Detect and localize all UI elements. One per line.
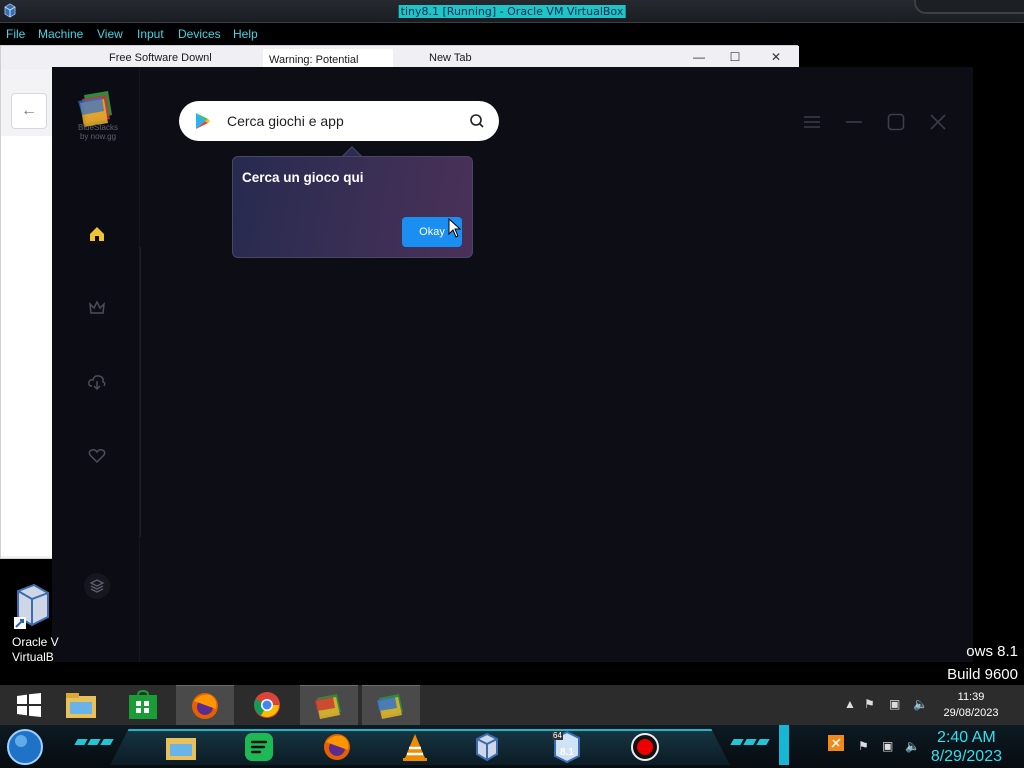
network-icon[interactable]: ▣ [889, 697, 900, 711]
dock-decoration [100, 739, 114, 745]
host-start-orb-icon[interactable] [6, 729, 44, 765]
firefox-taskbar-icon[interactable] [176, 685, 234, 725]
dock-decoration [756, 739, 770, 745]
search-bar[interactable]: Cerca giochi e app [179, 101, 499, 141]
bluestacks-taskbar-icon[interactable] [300, 685, 358, 725]
host-titlebar: tiny8.1 [Running] - Oracle VM VirtualBox [0, 0, 1024, 23]
desktop-icon-label-line2: VirtualB [12, 650, 54, 664]
menu-machine[interactable]: Machine [38, 27, 83, 41]
bluestacks-taskbar-icon[interactable] [362, 685, 420, 725]
cloud-download-icon[interactable] [86, 371, 108, 393]
firefox-icon[interactable] [318, 729, 356, 765]
host-dock: 64 8.1 ⚑ ▣ 🔈 2:40 AM 8/29/2023 [0, 725, 1024, 768]
file-explorer-icon[interactable] [52, 685, 110, 725]
windows-watermark-line1: ows 8.1 [966, 643, 1018, 660]
close-icon[interactable] [927, 111, 949, 133]
chrome-icon[interactable] [238, 685, 296, 725]
dock-badge-small: 64 [552, 731, 563, 740]
heart-icon[interactable] [86, 445, 108, 467]
screen: tiny8.1 [Running] - Oracle VM VirtualBox… [0, 0, 1024, 768]
show-hidden-icons[interactable]: ▲ [844, 697, 856, 711]
menu-file[interactable]: File [6, 27, 25, 41]
file-explorer-icon[interactable] [162, 729, 200, 765]
guest-taskbar: ▲ ⚑ ▣ 🔈 11:39 29/08/2023 [0, 685, 1024, 725]
firefox-window-controls: — ☐ ✕ [681, 46, 799, 68]
firefox-page [1, 136, 53, 556]
logo-line1: BlueStacks [77, 123, 119, 132]
dock-decoration [74, 739, 88, 745]
desktop-icon-virtualbox[interactable]: Oracle V VirtualB [8, 583, 60, 664]
app-tray-icon[interactable] [828, 735, 844, 754]
guest-clock[interactable]: 11:39 29/08/2023 [936, 689, 1006, 721]
volume-icon[interactable]: 🔈 [905, 739, 920, 753]
virtualbox-icon [14, 583, 49, 629]
flag-icon[interactable]: ⚑ [858, 739, 869, 753]
windows-watermark-line2: Build 9600 [947, 666, 1018, 683]
network-icon[interactable]: ▣ [882, 739, 893, 753]
bluestacks-sidebar: BlueStacks by now.gg [52, 67, 140, 662]
guest-date: 29/08/2023 [943, 707, 999, 719]
menu-icon[interactable] [801, 111, 823, 133]
tooltip-text: Cerca un gioco qui [242, 170, 364, 185]
volume-icon[interactable]: 🔈 [913, 697, 928, 711]
firefox-tabstrip: Free Software Downl Warning: Potential N… [1, 46, 799, 71]
host-title-decoration [914, 0, 1024, 14]
host-clock[interactable]: 2:40 AM 8/29/2023 [931, 728, 1002, 766]
virtualbox-dock-icon[interactable] [468, 729, 506, 765]
host-time: 2:40 AM [937, 729, 996, 746]
menu-devices[interactable]: Devices [178, 27, 221, 41]
mouse-cursor-icon [448, 218, 462, 238]
dock-decoration [743, 739, 757, 745]
vlc-icon[interactable] [396, 729, 434, 765]
bluestacks-logo-icon [78, 91, 112, 127]
show-desktop-strip[interactable] [779, 725, 789, 765]
menu-view[interactable]: View [97, 27, 123, 41]
flag-icon[interactable]: ⚑ [864, 697, 875, 711]
virtualbox-icon [4, 3, 16, 18]
windows-start-icon[interactable] [0, 685, 58, 725]
bluestacks-logo[interactable]: BlueStacks by now.gg [72, 87, 120, 147]
dock-badge: 8.1 [560, 747, 574, 758]
layers-icon[interactable] [84, 573, 110, 599]
home-icon[interactable] [86, 223, 108, 245]
crown-icon[interactable] [86, 297, 108, 319]
search-icon[interactable] [469, 113, 485, 129]
search-tooltip: Cerca un gioco qui Okay [232, 156, 473, 258]
logo-text: BlueStacks by now.gg [72, 123, 124, 141]
desktop-icon-label: Oracle V VirtualB [12, 635, 59, 665]
menu-input[interactable]: Input [137, 27, 164, 41]
tiny-vm-icon[interactable]: 64 8.1 [548, 729, 586, 765]
maximize-button[interactable]: ☐ [717, 46, 753, 68]
dock-decoration [87, 739, 101, 745]
store-icon[interactable] [114, 685, 172, 725]
sidebar-divider [140, 247, 141, 537]
logo-line2: by now.gg [79, 132, 117, 141]
search-placeholder[interactable]: Cerca giochi e app [227, 113, 344, 129]
minimize-icon[interactable] [843, 111, 865, 133]
close-button[interactable]: ✕ [753, 46, 799, 68]
host-date: 8/29/2023 [930, 748, 1002, 765]
google-play-icon [196, 113, 210, 129]
bluestacks-window: BlueStacks by now.gg Cerca giochi e app … [52, 67, 973, 662]
minimize-button[interactable]: — [681, 46, 717, 68]
maximize-icon[interactable] [885, 111, 907, 133]
back-button[interactable]: ← [11, 93, 47, 129]
spotify-icon[interactable] [240, 729, 278, 765]
dock-decoration [730, 739, 744, 745]
desktop-icon-label-line1: Oracle V [12, 635, 59, 649]
host-window-title: tiny8.1 [Running] - Oracle VM VirtualBox [398, 5, 626, 18]
menu-help[interactable]: Help [233, 27, 258, 41]
host-menubar: File Machine View Input Devices Help [0, 23, 1024, 45]
record-icon[interactable] [626, 729, 664, 765]
guest-time: 11:39 [957, 691, 985, 703]
